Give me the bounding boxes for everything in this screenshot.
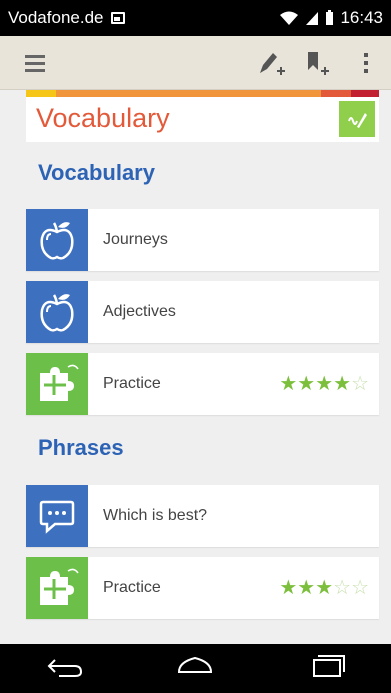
- stripe-segment: [26, 90, 56, 97]
- back-button[interactable]: [35, 644, 95, 693]
- list-item-journeys[interactable]: Journeys: [26, 209, 379, 271]
- star-full-icon: ★: [279, 373, 298, 395]
- recents-button[interactable]: [296, 644, 356, 693]
- list-item-label: Practice: [103, 579, 161, 596]
- star-full-icon: ★: [315, 577, 334, 599]
- image-notification-icon: [111, 12, 126, 24]
- add-bookmark-icon: [308, 51, 329, 75]
- star-full-icon: ★: [315, 373, 334, 395]
- system-nav-bar: [0, 644, 391, 693]
- overflow-menu-button[interactable]: [341, 36, 391, 90]
- section-heading-vocabulary: Vocabulary: [38, 160, 155, 185]
- speech-bubble-icon: [39, 500, 75, 534]
- back-icon: [47, 659, 83, 677]
- content: Vocabulary Vocabulary Journeys Adjective…: [0, 90, 391, 644]
- stripe-segment: [351, 90, 379, 97]
- edit-button[interactable]: [339, 101, 375, 137]
- list-item-label: Adjectives: [103, 303, 176, 320]
- star-empty-icon: ☆: [351, 577, 369, 599]
- list-item-label: Practice: [103, 375, 161, 392]
- star-rating: ★ ★ ★ ★ ☆: [279, 374, 369, 394]
- home-icon: [178, 656, 213, 673]
- stripe-segment: [56, 90, 321, 97]
- star-rating: ★ ★ ★ ☆ ☆: [279, 578, 369, 598]
- star-full-icon: ★: [297, 577, 316, 599]
- overflow-icon: [364, 52, 368, 73]
- puzzle-icon: [40, 364, 79, 401]
- action-bar: [0, 36, 391, 90]
- apple-icon: [40, 222, 74, 260]
- recents-icon: [312, 655, 345, 677]
- clock: 16:43: [340, 8, 383, 27]
- add-note-icon: [260, 52, 285, 75]
- puzzle-icon: [40, 568, 79, 605]
- add-note-button[interactable]: [249, 36, 295, 90]
- apple-icon: [40, 294, 74, 332]
- list-item-practice-phrases[interactable]: Practice ★ ★ ★ ☆ ☆: [26, 557, 379, 619]
- signal-icon: [306, 12, 319, 25]
- color-stripe: [26, 90, 379, 97]
- list-item-adjectives[interactable]: Adjectives: [26, 281, 379, 343]
- list-item-practice-vocabulary[interactable]: Practice ★ ★ ★ ★ ☆: [26, 353, 379, 415]
- list-item-label: Journeys: [103, 231, 168, 248]
- section-heading-phrases: Phrases: [38, 435, 124, 460]
- wifi-icon: [280, 11, 299, 25]
- star-empty-icon: ☆: [333, 577, 352, 599]
- star-empty-icon: ☆: [351, 373, 369, 395]
- status-bar: Vodafone.de 16:43: [0, 0, 391, 36]
- list-item-label: Which is best?: [103, 507, 208, 524]
- home-button[interactable]: [165, 644, 225, 693]
- edit-pencil-icon: [348, 113, 367, 128]
- menu-button[interactable]: [0, 36, 70, 90]
- add-bookmark-button[interactable]: [295, 36, 341, 90]
- battery-icon: [326, 10, 334, 25]
- page-title: Vocabulary: [36, 103, 170, 133]
- stripe-segment: [321, 90, 351, 97]
- star-full-icon: ★: [297, 373, 316, 395]
- carrier-name: Vodafone.de: [8, 8, 104, 27]
- star-full-icon: ★: [279, 577, 298, 599]
- star-full-icon: ★: [333, 373, 352, 395]
- menu-icon: [25, 54, 45, 72]
- list-item-which-is-best[interactable]: Which is best?: [26, 485, 379, 547]
- header-card: Vocabulary: [26, 90, 379, 142]
